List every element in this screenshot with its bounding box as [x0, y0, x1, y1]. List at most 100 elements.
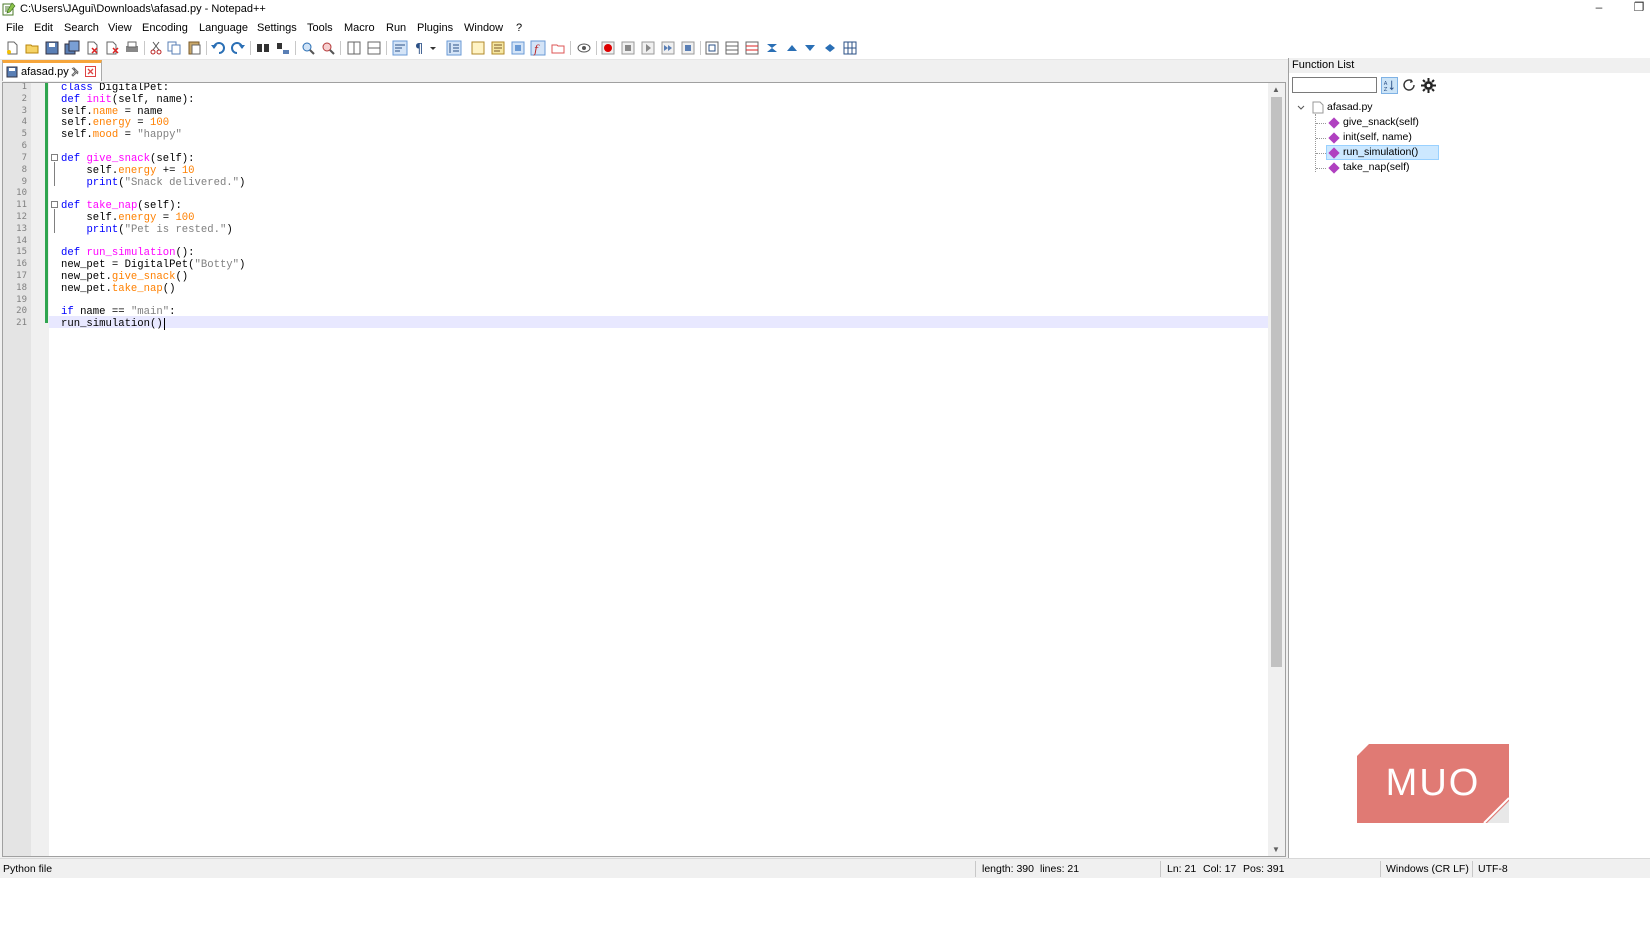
run-icon[interactable] — [704, 40, 720, 56]
restore-button[interactable]: ❐ — [1629, 0, 1649, 14]
method-icon — [1328, 162, 1340, 174]
close-file-icon[interactable] — [84, 40, 100, 56]
menu-file[interactable]: File — [6, 22, 24, 34]
menu-bar: File Edit Search View Encoding Language … — [0, 19, 1650, 37]
indent-guide-icon[interactable] — [446, 40, 462, 56]
macro-record-icon[interactable] — [600, 40, 616, 56]
save-all-icon[interactable] — [64, 40, 80, 56]
change-history-bar — [45, 83, 48, 323]
svg-text:MUO: MUO — [1386, 762, 1481, 804]
menu-view[interactable]: View — [108, 22, 132, 34]
panel-2-icon[interactable] — [744, 40, 760, 56]
undo-icon[interactable] — [210, 40, 226, 56]
line-number: 14 — [16, 236, 27, 246]
code-line: self.energy = 100 — [61, 117, 170, 129]
taskbar-strip — [0, 878, 1650, 928]
macro-stop-icon[interactable] — [620, 40, 636, 56]
tab-afasad-py[interactable]: afasad.py — [2, 60, 102, 81]
scrollbar-thumb[interactable] — [1271, 97, 1282, 667]
move-up-icon[interactable] — [784, 40, 800, 56]
function-list-file[interactable]: afasad.py — [1327, 101, 1373, 113]
tab-close-icon[interactable] — [85, 66, 96, 77]
unfold-all-icon[interactable] — [822, 40, 838, 56]
paste-icon[interactable] — [186, 40, 202, 56]
status-file-type: Python file — [3, 863, 53, 875]
pin-icon[interactable] — [69, 67, 79, 77]
function-item-init[interactable]: init(self, name) — [1343, 131, 1412, 143]
fold-toggle-give-snack[interactable] — [51, 154, 58, 161]
menu-macro[interactable]: Macro — [344, 22, 375, 34]
minimize-button[interactable]: – — [1589, 0, 1609, 14]
zoom-in-icon[interactable] — [300, 40, 316, 56]
show-all-chars-icon[interactable]: ¶ — [412, 40, 428, 56]
print-icon[interactable] — [124, 40, 140, 56]
svg-text:Z: Z — [1384, 87, 1388, 93]
macro-run-multiple-icon[interactable] — [660, 40, 676, 56]
word-wrap-icon[interactable] — [392, 40, 408, 56]
sync-vertical-icon[interactable] — [346, 40, 362, 56]
menu-settings[interactable]: Settings — [257, 22, 297, 34]
close-all-icon[interactable] — [104, 40, 120, 56]
menu-help[interactable]: ? — [516, 22, 522, 34]
dropdown-arrow-icon[interactable] — [428, 40, 438, 56]
macro-play-icon[interactable] — [640, 40, 656, 56]
status-eol-format[interactable]: Windows (CR LF) — [1386, 863, 1469, 875]
move-down-icon[interactable] — [802, 40, 818, 56]
code-line: self.energy = 100 — [61, 212, 195, 224]
code-line: self.mood = "happy" — [61, 129, 182, 141]
line-number: 15 — [16, 247, 27, 257]
vertical-scrollbar[interactable]: ▲ ▼ — [1268, 83, 1285, 856]
code-line: self.energy += 10 — [61, 165, 195, 177]
muo-watermark-logo: MUO — [1357, 744, 1509, 823]
zoom-out-icon[interactable] — [320, 40, 336, 56]
sync-horizontal-icon[interactable] — [366, 40, 382, 56]
redo-icon[interactable] — [230, 40, 246, 56]
scroll-up-arrow-icon[interactable]: ▲ — [1272, 85, 1280, 94]
menu-run[interactable]: Run — [386, 22, 406, 34]
copy-icon[interactable] — [166, 40, 182, 56]
menu-tools[interactable]: Tools — [307, 22, 333, 34]
monitoring-eye-icon[interactable] — [576, 40, 592, 56]
menu-language[interactable]: Language — [199, 22, 248, 34]
method-icon — [1328, 132, 1340, 144]
line-number: 18 — [16, 283, 27, 293]
function-list-icon[interactable]: f — [530, 40, 546, 56]
tree-collapse-chevron-icon[interactable] — [1296, 103, 1306, 113]
code-line: run_simulation() — [61, 318, 165, 330]
status-encoding[interactable]: UTF-8 — [1478, 863, 1508, 875]
sort-az-icon[interactable]: AZ — [1381, 77, 1398, 94]
folder-workspace-icon[interactable] — [550, 40, 566, 56]
line-number: 16 — [16, 259, 27, 269]
code-line: class DigitalPet: — [61, 82, 170, 94]
line-number: 13 — [16, 224, 27, 234]
menu-plugins[interactable]: Plugins — [417, 22, 453, 34]
scroll-down-arrow-icon[interactable]: ▼ — [1272, 845, 1280, 854]
fold-all-icon[interactable] — [764, 40, 780, 56]
function-item-give-snack[interactable]: give_snack(self) — [1343, 116, 1419, 128]
settings-gear-icon[interactable] — [1420, 77, 1437, 94]
status-length: length: 390 — [982, 863, 1034, 875]
doc-list-icon[interactable] — [510, 40, 526, 56]
fold-toggle-take-nap[interactable] — [51, 201, 58, 208]
save-icon[interactable] — [44, 40, 60, 56]
new-file-icon[interactable] — [4, 40, 20, 56]
macro-save-icon[interactable] — [680, 40, 696, 56]
menu-search[interactable]: Search — [64, 22, 99, 34]
menu-edit[interactable]: Edit — [34, 22, 53, 34]
panel-1-icon[interactable] — [724, 40, 740, 56]
open-file-icon[interactable] — [24, 40, 40, 56]
cut-icon[interactable] — [148, 40, 164, 56]
line-number: 1 — [21, 82, 27, 92]
replace-icon[interactable] — [275, 40, 291, 56]
menu-window[interactable]: Window — [464, 22, 503, 34]
function-item-take-nap[interactable]: take_nap(self) — [1343, 161, 1410, 173]
user-lang-icon[interactable] — [470, 40, 486, 56]
reload-icon[interactable] — [1401, 77, 1418, 94]
function-search-input[interactable] — [1292, 77, 1377, 93]
doc-map-icon[interactable] — [490, 40, 506, 56]
column-mode-icon[interactable] — [842, 40, 858, 56]
find-icon[interactable] — [255, 40, 271, 56]
function-item-run-simulation[interactable]: run_simulation() — [1343, 146, 1418, 158]
menu-encoding[interactable]: Encoding — [142, 22, 188, 34]
code-editor[interactable]: 1 2 3 4 5 6 7 8 9 10 11 12 13 14 15 16 1… — [2, 82, 1286, 857]
